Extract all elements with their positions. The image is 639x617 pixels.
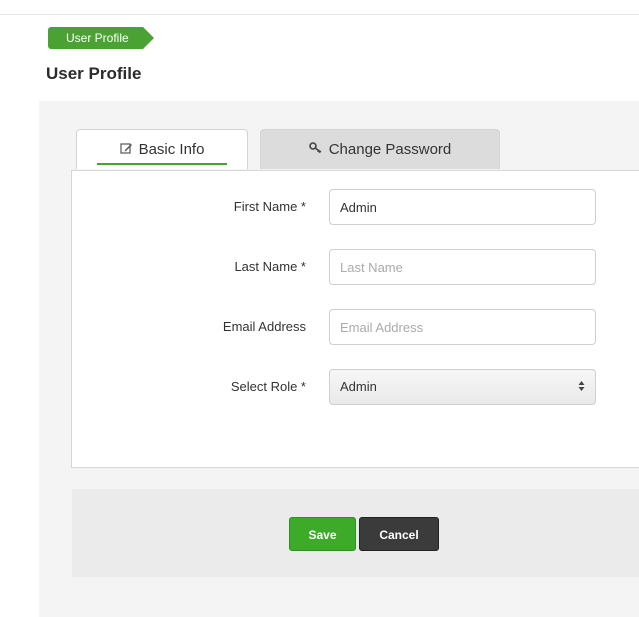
page: User Profile User Profile Basic Info Cha… [0, 0, 639, 617]
first-name-label: First Name * [233, 199, 306, 214]
breadcrumb-item-user-profile[interactable]: User Profile [48, 27, 154, 49]
top-bar [0, 0, 639, 15]
last-name-label: Last Name * [234, 259, 306, 274]
tab-bar: Basic Info Change Password [76, 129, 500, 169]
role-select-value: Admin [340, 379, 377, 394]
email-address-label: Email Address [222, 319, 306, 334]
edit-icon [119, 142, 133, 158]
basic-info-form: First Name * Last Name * Email Address S… [71, 170, 639, 468]
select-arrows-icon [578, 370, 585, 404]
role-select[interactable]: Admin [329, 369, 596, 405]
tab-change-password[interactable]: Change Password [260, 129, 500, 169]
first-name-input[interactable] [329, 189, 596, 225]
tab-change-password-label: Change Password [328, 141, 452, 158]
role-row: Select Role * Admin [72, 369, 639, 405]
page-title: User Profile [46, 64, 142, 83]
breadcrumb: User Profile [48, 27, 154, 49]
tab-basic-info-label: Basic Info [138, 141, 205, 158]
save-button[interactable]: Save [289, 517, 356, 551]
last-name-row: Last Name * [72, 249, 639, 285]
cancel-button[interactable]: Cancel [359, 517, 439, 551]
key-icon [308, 142, 323, 157]
email-address-input[interactable] [329, 309, 596, 345]
first-name-row: First Name * [72, 189, 639, 225]
last-name-input[interactable] [329, 249, 596, 285]
email-row: Email Address [72, 309, 639, 345]
tab-basic-info[interactable]: Basic Info [76, 129, 248, 169]
select-role-label: Select Role * [230, 379, 306, 394]
